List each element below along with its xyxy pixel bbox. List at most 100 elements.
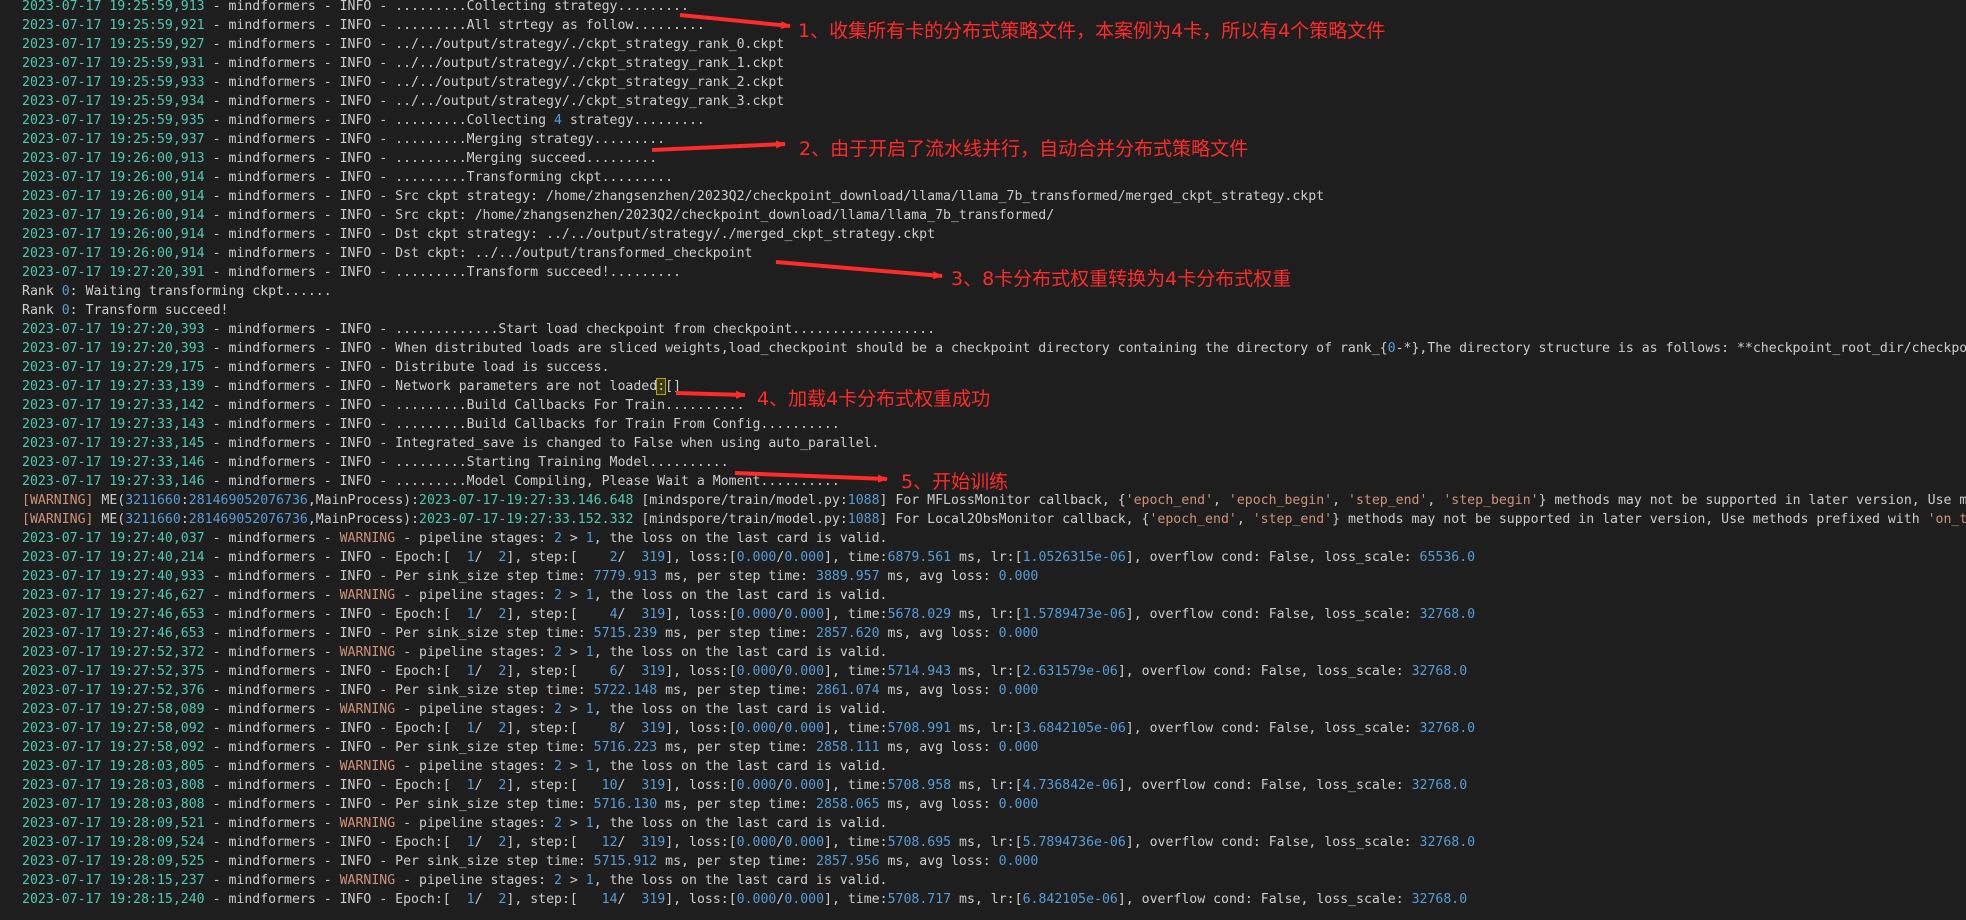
log-line: 2023-07-17 19:28:15,237 - mindformers - … <box>22 871 1966 890</box>
log-text: 1 <box>585 759 594 774</box>
log-timestamp: 2023-07-17 19:27:40,214 <box>22 550 205 565</box>
log-text: - pipeline stages: <box>395 873 554 888</box>
log-text: ms, avg loss: <box>879 797 999 812</box>
log-text: - mindformers - INFO - ../../output/stra… <box>204 94 785 109</box>
log-text: 1 <box>585 816 594 831</box>
log-text: 'epoch_end' <box>1149 512 1237 527</box>
log-text: - mindformers - INFO - ../../output/stra… <box>204 37 785 52</box>
log-text: / <box>617 835 642 850</box>
log-timestamp: 2023-07-17 19:28:09,524 <box>22 835 205 850</box>
log-text: 5708.717 <box>887 892 952 907</box>
log-text: 319 <box>641 664 666 679</box>
log-text: ], loss:[ <box>665 664 737 679</box>
log-text: ms, avg loss: <box>879 626 999 641</box>
log-text: / <box>474 835 499 850</box>
log-timestamp: 2023-07-17 19:25:59,931 <box>22 56 205 71</box>
log-text: - mindformers - INFO - Per sink_size ste… <box>204 683 594 698</box>
log-text: ], time: <box>824 550 888 565</box>
log-text: 0.000 <box>998 626 1039 641</box>
log-timestamp: 2023-07-17 19:27:40,037 <box>22 531 205 546</box>
log-text: -*},The directory structure is as follow… <box>1395 341 1966 356</box>
log-text: ], time: <box>824 778 888 793</box>
log-text: 1 <box>585 873 594 888</box>
log-text: ms, lr:[ <box>951 550 1023 565</box>
log-text: 0.000 <box>998 569 1039 584</box>
log-timestamp: 2023-07-17 19:27:46,627 <box>22 588 205 603</box>
log-text: / <box>474 607 499 622</box>
log-text: 0.000 <box>784 721 825 736</box>
log-text: 0.000 <box>736 550 777 565</box>
log-text: 'on_train' <box>1927 512 1966 527</box>
log-text: ], loss:[ <box>665 550 737 565</box>
log-text: ms, lr:[ <box>951 778 1023 793</box>
log-line: 2023-07-17 19:26:00,914 - mindformers - … <box>22 206 1966 225</box>
log-text: - mindformers - INFO - When distributed … <box>204 341 1388 356</box>
log-text: 5708.958 <box>887 778 952 793</box>
annotation-5: 5、开始训练 <box>901 471 1009 493</box>
annotation-2: 2、由于开启了流水线并行，自动合并分布式策略文件 <box>799 138 1249 160</box>
log-line: 2023-07-17 19:26:00,914 - mindformers - … <box>22 168 1966 187</box>
log-text: / <box>617 721 642 736</box>
log-text: ], overflow cond: False, loss_scale: <box>1117 892 1412 907</box>
log-text: 319 <box>641 607 666 622</box>
log-text: 2 <box>553 645 562 660</box>
log-text: ms, avg loss: <box>879 569 999 584</box>
log-line: 2023-07-17 19:28:09,521 - mindformers - … <box>22 814 1966 833</box>
log-line: 2023-07-17 19:27:33,145 - mindformers - … <box>22 434 1966 453</box>
log-text: ], loss:[ <box>665 778 737 793</box>
log-text: 3211660 <box>125 512 181 527</box>
log-text: - mindformers - INFO - Epoch:[ <box>204 892 467 907</box>
log-text: ], overflow cond: False, loss_scale: <box>1125 721 1420 736</box>
log-text: ME( <box>93 493 126 508</box>
log-text: ], time: <box>824 721 888 736</box>
log-text: - mindformers - INFO - .........All strt… <box>204 18 705 33</box>
log-timestamp: 2023-07-17 19:25:59,921 <box>22 18 205 33</box>
log-text: - pipeline stages: <box>395 759 554 774</box>
log-line: 2023-07-17 19:25:59,934 - mindformers - … <box>22 92 1966 111</box>
log-line: 2023-07-17 19:27:58,092 - mindformers - … <box>22 719 1966 738</box>
log-warning-tag: WARNING <box>339 702 396 717</box>
log-timestamp: 2023-07-17 19:27:33,146 <box>22 474 205 489</box>
log-text: ], overflow cond: False, loss_scale: <box>1125 835 1420 850</box>
log-text: , the loss on the last card is valid. <box>593 759 888 774</box>
log-timestamp: 2023-07-17 19:28:03,805 <box>22 759 205 774</box>
log-text: 6879.561 <box>887 550 952 565</box>
log-text: - mindformers - <box>204 816 340 831</box>
log-text: 32768.0 <box>1411 778 1468 793</box>
log-text: 2 <box>553 702 562 717</box>
log-line: 2023-07-17 19:27:33,142 - mindformers - … <box>22 396 1966 415</box>
log-text: / <box>474 892 499 907</box>
log-text: ms, avg loss: <box>879 740 999 755</box>
log-text: 1.0526315e-06 <box>1022 550 1126 565</box>
log-text: / <box>474 550 499 565</box>
log-warning-tag: [WARNING] <box>22 493 94 508</box>
log-line: [WARNING] ME(3211660:281469052076736,Mai… <box>22 510 1966 529</box>
log-text: 32768.0 <box>1419 721 1476 736</box>
log-text: - mindformers - INFO - .........Transfor… <box>204 265 681 280</box>
log-text: 0.000 <box>736 664 777 679</box>
log-text: , the loss on the last card is valid. <box>593 645 888 660</box>
log-text: 1088 <box>847 493 880 508</box>
log-text: 3889.957 <box>816 569 880 584</box>
log-text: , <box>1427 493 1444 508</box>
log-text: 0.000 <box>998 854 1039 869</box>
log-timestamp: 2023-07-17 19:28:09,521 <box>22 816 205 831</box>
log-text: 'step_begin' <box>1443 493 1539 508</box>
log-text: , the loss on the last card is valid. <box>593 702 888 717</box>
log-text: [mindspore/train/model.py: <box>633 512 848 527</box>
log-text: 1 <box>466 721 475 736</box>
log-timestamp: 2023-07-17 19:27:40,933 <box>22 569 205 584</box>
log-text: - mindformers - INFO - .............Star… <box>204 322 936 337</box>
log-text: 2 <box>553 531 562 546</box>
log-line: 2023-07-17 19:28:09,525 - mindformers - … <box>22 852 1966 871</box>
log-text: 1 <box>466 892 475 907</box>
terminal-window[interactable]: 2023-07-17 19:25:59,913 - mindformers - … <box>0 0 1966 920</box>
log-timestamp: 2023-07-17 19:27:20,393 <box>22 322 205 337</box>
log-text: 5715.239 <box>593 626 658 641</box>
log-timestamp: 2023-07-17 19:25:59,937 <box>22 132 205 147</box>
log-text: ], time: <box>824 664 888 679</box>
log-text: 1 <box>466 835 475 850</box>
log-text: ], overflow cond: False, loss_scale: <box>1125 607 1420 622</box>
log-text: ms, per step time: <box>657 626 816 641</box>
log-warning-tag: WARNING <box>339 759 396 774</box>
